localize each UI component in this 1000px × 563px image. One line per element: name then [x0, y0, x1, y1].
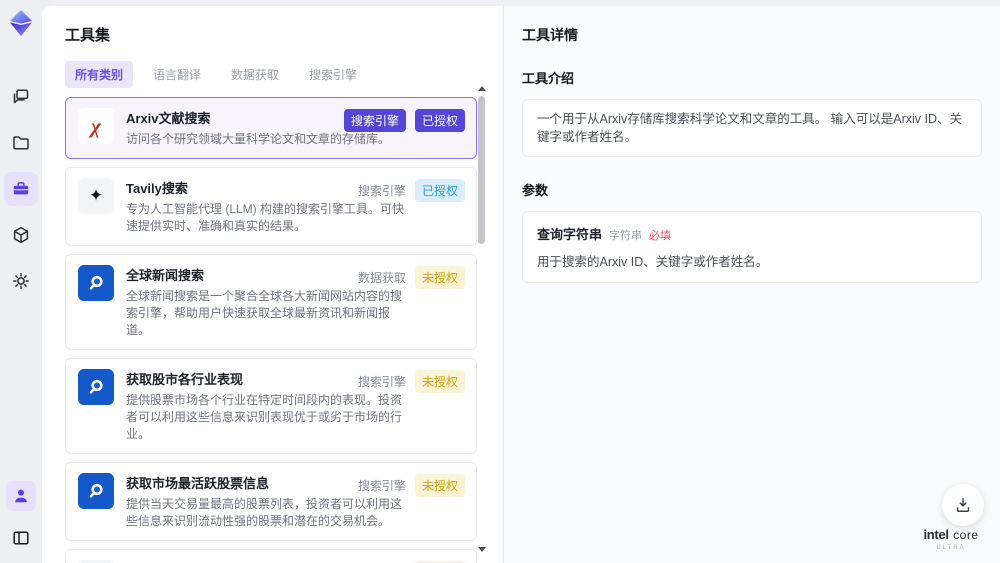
tool-card-active-stocks[interactable]: 获取市场最活跃股票信息 提供当天交易量最高的股票列表，投资者可以利用这些信息来识… [65, 462, 477, 541]
param-description: 用于搜索的Arxiv ID、关键字或作者姓名。 [537, 255, 769, 269]
auth-status-badge: 未授权 [414, 266, 465, 289]
stock-search-icon [78, 473, 114, 509]
profile-button[interactable] [6, 481, 36, 511]
tool-description: 提供当天交易量最高的股票列表，投资者可以利用这些信息来识别流动性强的股票和潜在的… [126, 497, 403, 528]
tool-list: χ Arxiv文献搜索 访问各个研究领域大量科学论文和文章的存储库。 搜索引擎 … [65, 97, 477, 563]
page-title: 工具集 [65, 27, 111, 44]
scroll-down-icon[interactable] [478, 547, 486, 552]
tool-description: 提供股票市场各个行业在特定时间段内的表现。投资者可以利用这些信息来识别表现优于或… [126, 393, 403, 441]
param-type: 字符串 [609, 230, 643, 242]
gear-icon [13, 273, 29, 289]
intro-box: 一个用于从Arxiv存储库搜索科学论文和文章的工具。 输入可以是Arxiv ID… [522, 99, 982, 157]
download-icon [956, 498, 970, 512]
details-title: 工具详情 [522, 27, 578, 43]
tool-card-arxiv[interactable]: χ Arxiv文献搜索 访问各个研究领域大量科学论文和文章的存储库。 搜索引擎 … [65, 97, 477, 159]
arxiv-icon: χ [78, 108, 114, 144]
main-content: 工具集 所有类别 语言翻译 数据获取 搜索引擎 χ Arxiv文献搜索 访问各个… [42, 6, 1000, 563]
category-tabs: 所有类别 语言翻译 数据获取 搜索引擎 [65, 61, 503, 88]
category-label: 搜索引擎 [357, 184, 406, 198]
app-logo-icon [10, 10, 32, 36]
folder-icon [13, 136, 29, 150]
tab-all-categories[interactable]: 所有类别 [65, 61, 134, 88]
scrollbar[interactable] [476, 84, 488, 554]
scrollbar-thumb[interactable] [478, 96, 485, 244]
tool-description: 访问各个研究领域大量科学论文和文章的存储库。 [126, 132, 391, 146]
intel-core-logo: intel core ULTRA [923, 527, 979, 551]
briefcase-icon [13, 182, 29, 195]
news-search-icon [78, 265, 114, 301]
tool-details-panel: 工具详情 工具介绍 一个用于从Arxiv存储库搜索科学论文和文章的工具。 输入可… [503, 6, 1000, 563]
tavily-icon: ✦ [78, 178, 114, 214]
category-label: 搜索引擎 [357, 375, 406, 389]
nav-settings-button[interactable] [4, 264, 38, 298]
category-badge: 搜索引擎 [343, 109, 406, 132]
panel-toggle-button[interactable] [4, 521, 38, 555]
tool-description: 专为人工智能代理 (LLM) 构建的搜索引擎工具。可快速提供实时、准确和真实的结… [126, 202, 405, 233]
stock-search-icon [78, 369, 114, 405]
param-box: 查询字符串 字符串 必填 用于搜索的Arxiv ID、关键字或作者姓名。 [522, 211, 982, 283]
tool-card-global-news[interactable]: 全球新闻搜索 全球新闻搜索是一个聚合全球各大新闻网站内容的搜索引擎，帮助用户快速… [65, 254, 477, 350]
nav-models-button[interactable] [4, 218, 38, 252]
auth-status-badge: 未授权 [414, 474, 465, 497]
auth-status-badge: 已授权 [414, 109, 465, 132]
sidebar-layout-icon [13, 531, 29, 545]
category-label: 搜索引擎 [357, 479, 406, 493]
tool-card-sector-performance[interactable]: 获取股市各行业表现 提供股票市场各个行业在特定时间段内的表现。投资者可以利用这些… [65, 358, 477, 454]
auth-status-badge: 未授权 [414, 370, 465, 393]
download-button[interactable] [942, 484, 984, 526]
left-rail [0, 0, 42, 563]
cube-icon [13, 226, 29, 244]
tools-panel: 工具集 所有类别 语言翻译 数据获取 搜索引擎 χ Arxiv文献搜索 访问各个… [42, 6, 503, 563]
tab-search-engine[interactable]: 搜索引擎 [299, 61, 367, 88]
nav-files-button[interactable] [4, 126, 38, 160]
auth-status-badge: 已授权 [414, 179, 465, 202]
scroll-up-icon[interactable] [478, 86, 486, 91]
intro-heading: 工具介绍 [522, 71, 575, 86]
param-name: 查询字符串 [537, 227, 603, 242]
nav-tools-button[interactable] [4, 172, 38, 206]
params-heading: 参数 [522, 183, 549, 198]
param-required-badge: 必填 [649, 230, 672, 242]
nav-chat-button[interactable] [4, 80, 38, 114]
chat-icon [13, 89, 29, 104]
tool-description: 全球新闻搜索是一个聚合全球各大新闻网站内容的搜索引擎，帮助用户快速获取全球最新资… [126, 289, 403, 337]
tool-card-regional-news[interactable]: 万维地区新闻查询 查询具体行政区划内的新闻，快速了解各地新闻动态。 搜索引擎 未… [65, 549, 477, 563]
tab-language-translation[interactable]: 语言翻译 [143, 61, 211, 88]
tool-card-tavily[interactable]: ✦ Tavily搜索 专为人工智能代理 (LLM) 构建的搜索引擎工具。可快速提… [65, 167, 477, 246]
category-label: 数据获取 [357, 271, 406, 285]
tab-data-fetching[interactable]: 数据获取 [221, 61, 289, 88]
user-icon [15, 489, 27, 503]
